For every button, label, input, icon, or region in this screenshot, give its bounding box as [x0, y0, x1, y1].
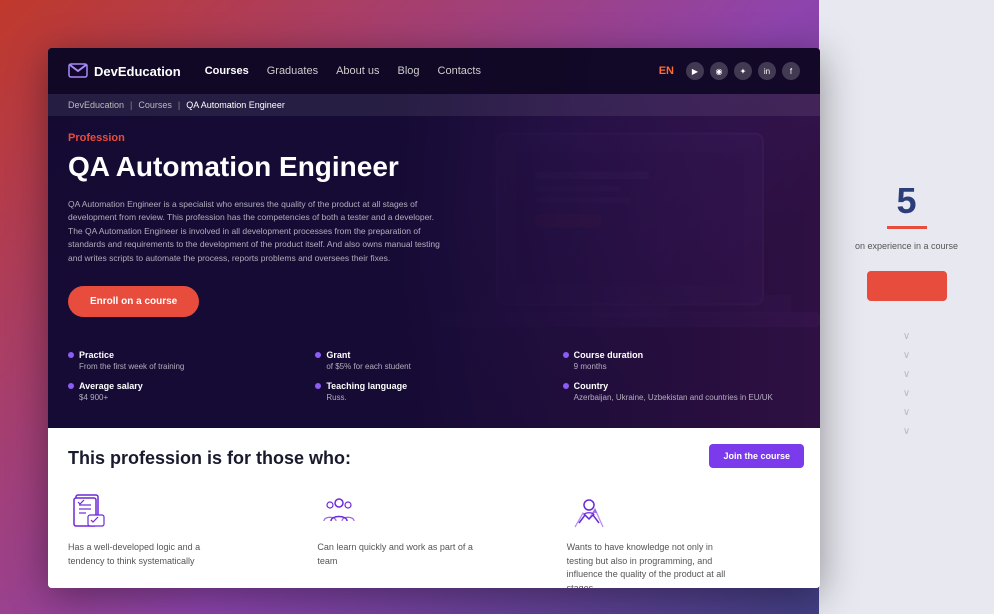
browser-window: DevEducation Courses Graduates About us … — [48, 48, 820, 588]
stat-country-value: Azerbaijan, Ukraine, Uzbekistan and coun… — [563, 393, 800, 402]
team-icon — [317, 489, 361, 533]
hero-title: QA Automation Engineer — [68, 150, 488, 184]
right-panel: 5 on experience in a course ∨ ∨ ∨ ∨ ∨ ∨ — [819, 0, 994, 614]
stat-dot — [315, 352, 321, 358]
stat-salary: Average salary $4 900+ — [68, 381, 305, 402]
hero-description: QA Automation Engineer is a specialist w… — [68, 198, 448, 266]
social-linkedin[interactable]: in — [758, 62, 776, 80]
breadcrumb: DevEducation | Courses | QA Automation E… — [48, 94, 820, 116]
stat-dot — [563, 383, 569, 389]
social-twitter[interactable]: ✦ — [734, 62, 752, 80]
social-facebook[interactable]: f — [782, 62, 800, 80]
stat-dot — [563, 352, 569, 358]
checklist-icon — [68, 489, 112, 533]
nav-link-graduates[interactable]: Graduates — [267, 65, 318, 77]
right-panel-description: on experience in a course — [845, 241, 968, 251]
right-panel-number: 5 — [896, 180, 916, 222]
stat-duration-value: 9 months — [563, 362, 800, 371]
stat-country: Country Azerbaijan, Ukraine, Uzbekistan … — [563, 381, 800, 402]
chevron-down-icon: ∨ — [903, 388, 910, 399]
features-row: Has a well-developed logic and a tendenc… — [68, 489, 800, 588]
stat-dot — [68, 352, 74, 358]
breadcrumb-current: QA Automation Engineer — [186, 100, 285, 110]
logo-text: DevEducation — [94, 64, 181, 79]
chevron-item-5[interactable]: ∨ — [903, 407, 910, 418]
stat-salary-value: $4 900+ — [68, 393, 305, 402]
quality-icon — [567, 489, 611, 533]
logo-icon — [68, 63, 88, 79]
right-panel-button[interactable] — [867, 271, 947, 301]
nav-language[interactable]: EN — [659, 65, 674, 77]
breadcrumb-sep-1: | — [130, 100, 132, 110]
feature-card-2: Can learn quickly and work as part of a … — [317, 489, 550, 588]
nav-link-contacts[interactable]: Contacts — [438, 65, 481, 77]
feature-text-3: Wants to have knowledge not only in test… — [567, 541, 727, 588]
hero-content: Profession QA Automation Engineer QA Aut… — [48, 116, 820, 317]
chevron-down-icon: ∨ — [903, 407, 910, 418]
navbar: DevEducation Courses Graduates About us … — [48, 48, 820, 94]
stat-language: Teaching language Russ. — [315, 381, 552, 402]
chevron-item-1[interactable]: ∨ — [903, 331, 910, 342]
nav-logo[interactable]: DevEducation — [68, 63, 181, 79]
stat-dot — [315, 383, 321, 389]
chevron-item-2[interactable]: ∨ — [903, 350, 910, 361]
nav-link-blog[interactable]: Blog — [398, 65, 420, 77]
nav-social-icons: ▶ ◉ ✦ in f — [686, 62, 800, 80]
profession-label: Profession — [68, 132, 800, 144]
feature-text-2: Can learn quickly and work as part of a … — [317, 541, 477, 568]
hero-section: DevEducation Courses Graduates About us … — [48, 48, 820, 428]
stat-grant-label: Grant — [315, 350, 552, 360]
breadcrumb-courses[interactable]: Courses — [138, 100, 172, 110]
chevron-down-icon: ∨ — [903, 331, 910, 342]
breadcrumb-home[interactable]: DevEducation — [68, 100, 124, 110]
stat-practice-label: Practice — [68, 350, 305, 360]
stat-grant: Grant of $5% for each student — [315, 350, 552, 371]
stat-salary-label: Average salary — [68, 381, 305, 391]
feature-text-1: Has a well-developed logic and a tendenc… — [68, 541, 228, 568]
white-section: Join the course This profession is for t… — [48, 428, 820, 588]
nav-link-courses[interactable]: Courses — [205, 65, 249, 77]
right-panel-divider — [887, 226, 927, 229]
chevron-item-3[interactable]: ∨ — [903, 369, 910, 380]
breadcrumb-sep-2: | — [178, 100, 180, 110]
stats-row: Practice From the first week of training… — [68, 350, 800, 402]
stat-duration: Course duration 9 months — [563, 350, 800, 371]
section-title: This profession is for those who: — [68, 448, 388, 469]
stat-grant-value: of $5% for each student — [315, 362, 552, 371]
stat-dot — [68, 383, 74, 389]
stat-language-value: Russ. — [315, 393, 552, 402]
feature-card-3: Wants to have knowledge not only in test… — [567, 489, 800, 588]
right-chevron-list: ∨ ∨ ∨ ∨ ∨ ∨ — [903, 331, 910, 437]
chevron-item-6[interactable]: ∨ — [903, 426, 910, 437]
join-course-button[interactable]: Join the course — [709, 444, 804, 468]
stat-language-label: Teaching language — [315, 381, 552, 391]
chevron-item-4[interactable]: ∨ — [903, 388, 910, 399]
stat-country-label: Country — [563, 381, 800, 391]
stat-duration-label: Course duration — [563, 350, 800, 360]
stat-practice: Practice From the first week of training — [68, 350, 305, 371]
nav-link-about[interactable]: About us — [336, 65, 379, 77]
enroll-button[interactable]: Enroll on a course — [68, 286, 199, 317]
chevron-down-icon: ∨ — [903, 369, 910, 380]
social-instagram[interactable]: ◉ — [710, 62, 728, 80]
social-youtube[interactable]: ▶ — [686, 62, 704, 80]
stat-practice-value: From the first week of training — [68, 362, 305, 371]
chevron-down-icon: ∨ — [903, 426, 910, 437]
feature-card-1: Has a well-developed logic and a tendenc… — [68, 489, 301, 588]
nav-links: Courses Graduates About us Blog Contacts — [205, 65, 659, 77]
chevron-down-icon: ∨ — [903, 350, 910, 361]
